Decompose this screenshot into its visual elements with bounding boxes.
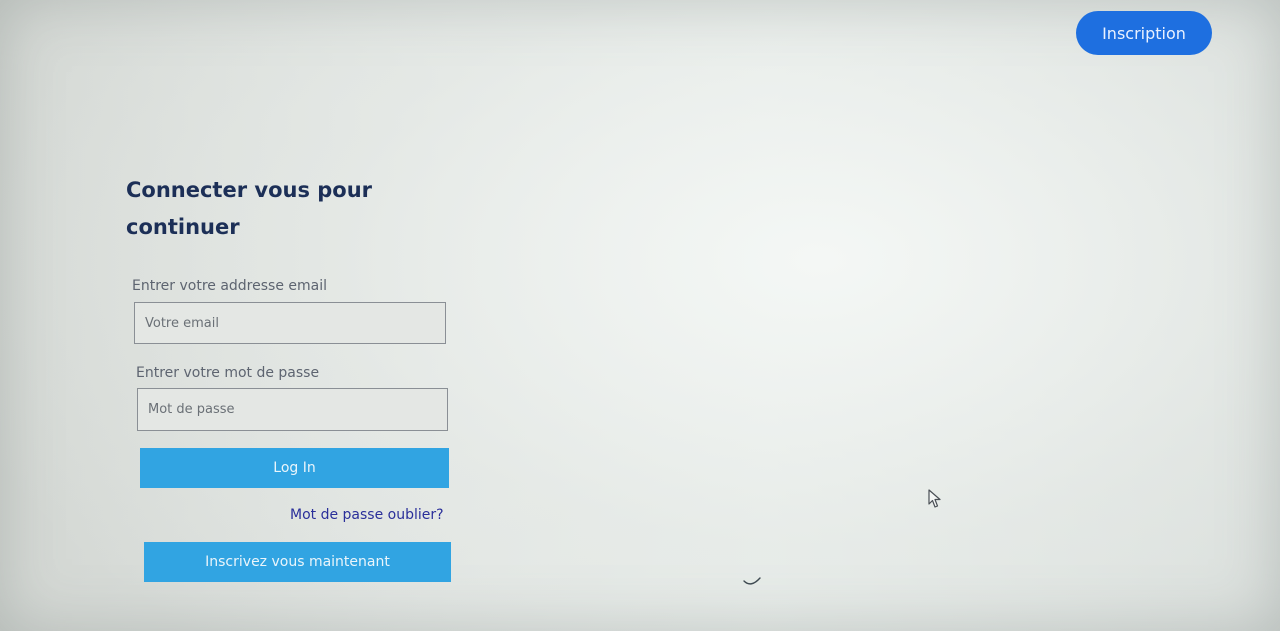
login-title: Connecter vous pour continuer <box>126 172 426 246</box>
login-button[interactable]: Log In <box>140 448 449 488</box>
password-field[interactable] <box>137 388 448 431</box>
email-label: Entrer votre addresse email <box>132 278 328 294</box>
login-title-line1: Connecter vous pour <box>126 178 373 202</box>
mouse-pointer-icon <box>928 489 942 509</box>
login-panel: Connecter vous pour continuer <box>126 172 466 246</box>
password-label: Entrer votre mot de passe <box>136 365 320 381</box>
email-field[interactable] <box>134 302 446 344</box>
forgot-password-link[interactable]: Mot de passe oublier? <box>290 507 444 523</box>
register-now-button[interactable]: Inscrivez vous maintenant <box>144 542 451 582</box>
login-title-line2: continuer <box>126 215 240 239</box>
loading-arc-icon <box>742 570 764 588</box>
signup-button[interactable]: Inscription <box>1076 11 1212 55</box>
